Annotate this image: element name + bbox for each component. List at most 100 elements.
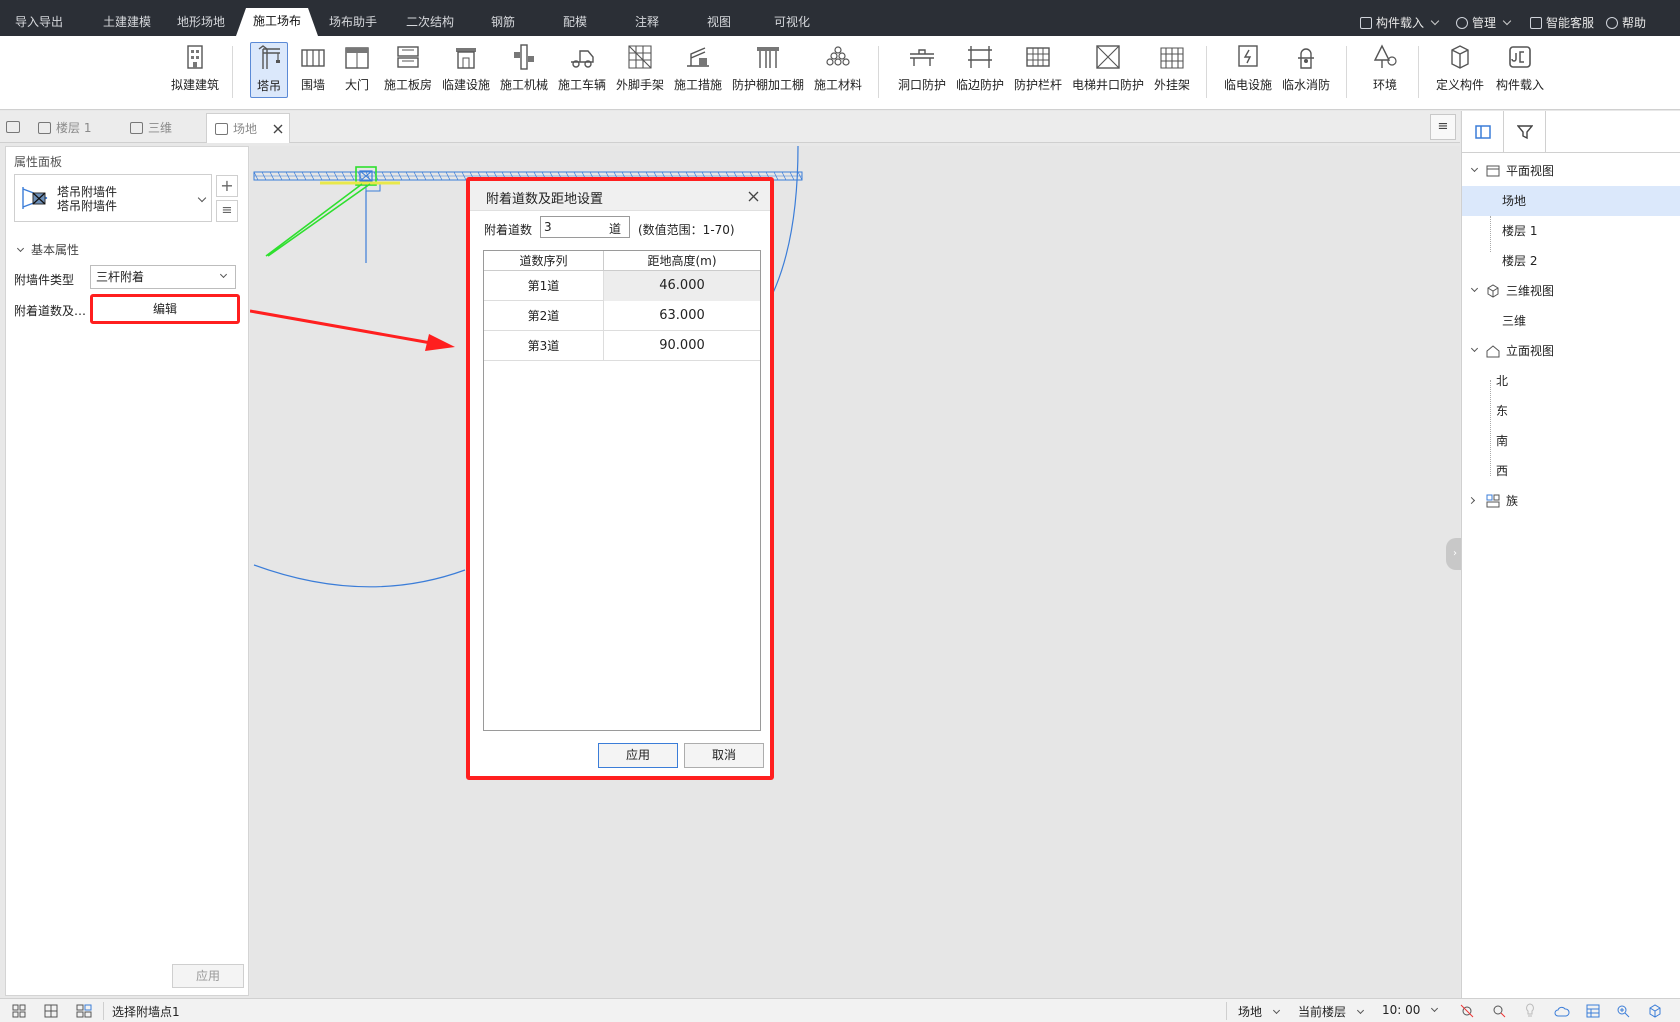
external-frame-button[interactable]: 外挂架: [1150, 42, 1194, 98]
view-browser-tab[interactable]: [1462, 111, 1504, 153]
3d-box-icon[interactable]: [1648, 1004, 1662, 1018]
status-floor-select[interactable]: 当前楼层: [1298, 1003, 1364, 1020]
view-switch-icon[interactable]: [6, 121, 20, 133]
3d-view-icon: [130, 122, 143, 134]
tree-node-west[interactable]: 西: [1462, 456, 1680, 486]
construction-machinery-button[interactable]: 施工机械: [498, 42, 550, 98]
attachment-count-input[interactable]: 3 道: [540, 216, 630, 238]
chevron-right-icon: [1467, 496, 1476, 505]
tree-node-3d[interactable]: 三维: [1462, 306, 1680, 336]
cloud-icon[interactable]: [1554, 1004, 1570, 1018]
wall-tie-type-select[interactable]: 三杆附着: [90, 265, 236, 289]
close-icon[interactable]: [273, 124, 283, 134]
environment-button[interactable]: 环境: [1362, 42, 1408, 98]
filter-icon: [1517, 125, 1533, 140]
elevator-shaft-protection-button[interactable]: 电梯井口防护: [1070, 42, 1146, 98]
section-basic-properties[interactable]: 基本属性: [16, 241, 79, 258]
table-icon[interactable]: [1586, 1004, 1600, 1018]
tab-layout-assistant[interactable]: 场布助手: [318, 9, 388, 36]
opening-protection-icon: [910, 49, 934, 66]
row-height[interactable]: 90.000: [604, 331, 760, 361]
tab-3d[interactable]: 三维: [122, 113, 206, 143]
panel-apply-button[interactable]: 应用: [172, 964, 244, 988]
snap-icon[interactable]: [1460, 1004, 1474, 1018]
tab-view[interactable]: 视图: [692, 9, 746, 36]
scaffolding-button[interactable]: 外脚手架: [614, 42, 666, 98]
shed-icon: [757, 47, 779, 68]
close-icon[interactable]: [748, 191, 759, 202]
construction-material-button[interactable]: 施工材料: [810, 42, 866, 98]
status-scale-select[interactable]: 10: 00: [1382, 1003, 1439, 1017]
drawing-canvas[interactable]: ›: [250, 146, 1464, 998]
tree-node-floor-1[interactable]: 楼层 1: [1462, 216, 1680, 246]
filter-tab[interactable]: [1504, 111, 1546, 153]
help-button[interactable]: 帮助: [1606, 0, 1646, 36]
temporary-facility-button[interactable]: 临建设施: [440, 42, 492, 98]
tree-node-floor-2[interactable]: 楼层 2: [1462, 246, 1680, 276]
temporary-power-button[interactable]: 临电设施: [1222, 42, 1274, 98]
edge-protection-button[interactable]: 临边防护: [954, 42, 1006, 98]
row-height[interactable]: 63.000: [604, 301, 760, 331]
proposed-building-button[interactable]: 拟建建筑: [164, 42, 226, 98]
tree-node-east[interactable]: 东: [1462, 396, 1680, 426]
tab-import-export[interactable]: 导入导出: [4, 9, 74, 36]
tab-visualization[interactable]: 可视化: [762, 9, 822, 36]
component-load-button[interactable]: 构件载入: [1492, 42, 1548, 98]
fire-water-button[interactable]: 临水消防: [1280, 42, 1332, 98]
building-icon: [187, 45, 203, 69]
construction-measures-button[interactable]: 施工措施: [672, 42, 724, 98]
tree-node-elevation-views[interactable]: 立面视图: [1462, 336, 1680, 366]
edit-attachment-button[interactable]: 编辑: [90, 294, 240, 324]
dialog-cancel-button[interactable]: 取消: [684, 743, 764, 768]
add-component-button[interactable]: +: [216, 175, 238, 197]
define-component-button[interactable]: 定义构件: [1432, 42, 1488, 98]
tree-node-north[interactable]: 北: [1462, 366, 1680, 396]
manage-menu[interactable]: 管理: [1456, 0, 1512, 36]
tab-annotation[interactable]: 注释: [620, 9, 674, 36]
opening-protection-button[interactable]: 洞口防护: [896, 42, 948, 98]
component-list-button[interactable]: ≡: [216, 200, 238, 222]
hydrant-icon: [1298, 48, 1314, 69]
status-view-select[interactable]: 场地: [1238, 1003, 1280, 1020]
zoom-extent-icon[interactable]: [1616, 1004, 1630, 1018]
smart-service-button[interactable]: 智能客服: [1530, 0, 1594, 36]
tree-node-family[interactable]: 族: [1462, 486, 1680, 516]
tab-floor-1[interactable]: 楼层 1: [30, 113, 122, 143]
tree-node-south[interactable]: 南: [1462, 426, 1680, 456]
tab-site[interactable]: 场地: [206, 113, 290, 143]
protective-shed-button[interactable]: 防护棚加工棚: [730, 42, 806, 98]
table-row[interactable]: 第2道 63.000: [484, 301, 760, 331]
row-seq: 第3道: [484, 331, 604, 361]
tree-node-site[interactable]: 场地: [1462, 186, 1680, 216]
tab-civil-modeling[interactable]: 土建建模: [92, 9, 162, 36]
tab-secondary-structure[interactable]: 二次结构: [394, 9, 466, 36]
chevron-down-icon: [1272, 1006, 1280, 1015]
tab-formwork[interactable]: 配模: [548, 9, 602, 36]
component-load-menu[interactable]: 构件载入: [1360, 0, 1440, 36]
grid-view-icon[interactable]: [12, 1004, 26, 1018]
table-header: 道数序列 距地高度(m): [484, 251, 760, 271]
construction-vehicle-button[interactable]: 施工车辆: [556, 42, 608, 98]
enclosure-wall-button[interactable]: 围墙: [294, 42, 332, 98]
site-office-button[interactable]: 施工板房: [382, 42, 434, 98]
gate-button[interactable]: 大门: [338, 42, 376, 98]
dialog-apply-button[interactable]: 应用: [598, 743, 678, 768]
table-row[interactable]: 第1道 46.000: [484, 271, 760, 301]
tab-list-menu-button[interactable]: ≡: [1430, 114, 1456, 140]
search-off-icon[interactable]: [1492, 1004, 1506, 1018]
cube-icon: [1487, 284, 1499, 298]
row-height[interactable]: 46.000: [604, 271, 760, 301]
tab-terrain-site[interactable]: 地形场地: [166, 9, 236, 36]
tree-node-3d-views[interactable]: 三维视图: [1462, 276, 1680, 306]
tab-construction-layout[interactable]: 施工场布: [236, 8, 318, 36]
lightbulb-icon[interactable]: [1524, 1003, 1536, 1019]
ribbon-separator: [878, 46, 879, 98]
tab-rebar[interactable]: 钢筋: [476, 9, 530, 36]
guardrail-button[interactable]: 防护栏杆: [1012, 42, 1064, 98]
component-selector[interactable]: 塔吊附墙件 塔吊附墙件: [14, 174, 212, 222]
tower-crane-button[interactable]: 塔吊: [250, 42, 288, 98]
table-row[interactable]: 第3道 90.000: [484, 331, 760, 361]
layout-view-icon[interactable]: [76, 1004, 92, 1018]
tile-view-icon[interactable]: [44, 1004, 58, 1018]
tree-node-plan-views[interactable]: 平面视图: [1462, 156, 1680, 186]
